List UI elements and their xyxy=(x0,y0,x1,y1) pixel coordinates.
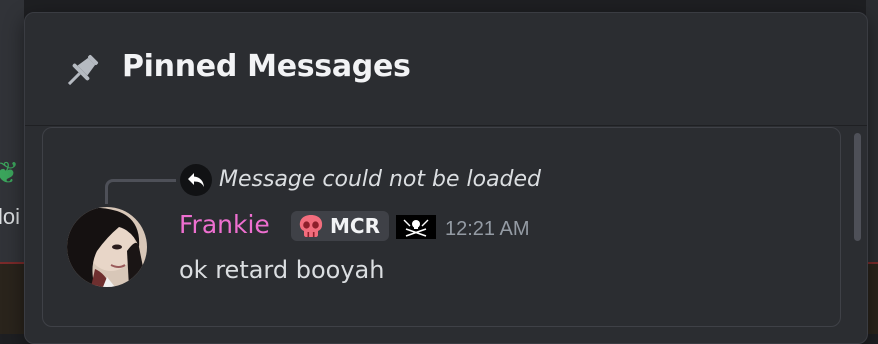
reply-status-text: Message could not be loaded xyxy=(219,167,542,192)
background-partial-text: loi xyxy=(0,204,21,229)
popout-header: Pinned Messages xyxy=(25,13,867,126)
author-name[interactable]: Frankie xyxy=(179,210,270,239)
pirate-flag-icon xyxy=(396,215,436,239)
skull-icon xyxy=(299,215,323,237)
message-timestamp: 12:21 AM xyxy=(445,218,530,240)
role-tag-label: MCR xyxy=(330,214,380,238)
pin-icon xyxy=(67,54,99,86)
pinned-messages-popout: Pinned Messages Message could not be loa… xyxy=(24,12,868,344)
avatar[interactable] xyxy=(67,207,147,287)
popout-title: Pinned Messages xyxy=(122,49,411,84)
scrollbar-thumb[interactable] xyxy=(854,133,861,241)
pinned-message-card[interactable]: Message could not be loaded Frankie MCR … xyxy=(42,127,841,327)
message-content: ok retard booyah xyxy=(179,256,385,284)
reply-arrow-icon xyxy=(180,164,212,196)
reply-spine xyxy=(105,179,176,204)
heart-reaction-icon: ❦ xyxy=(0,156,20,191)
app-top-strip xyxy=(0,0,878,12)
role-tag[interactable]: MCR xyxy=(291,211,389,241)
